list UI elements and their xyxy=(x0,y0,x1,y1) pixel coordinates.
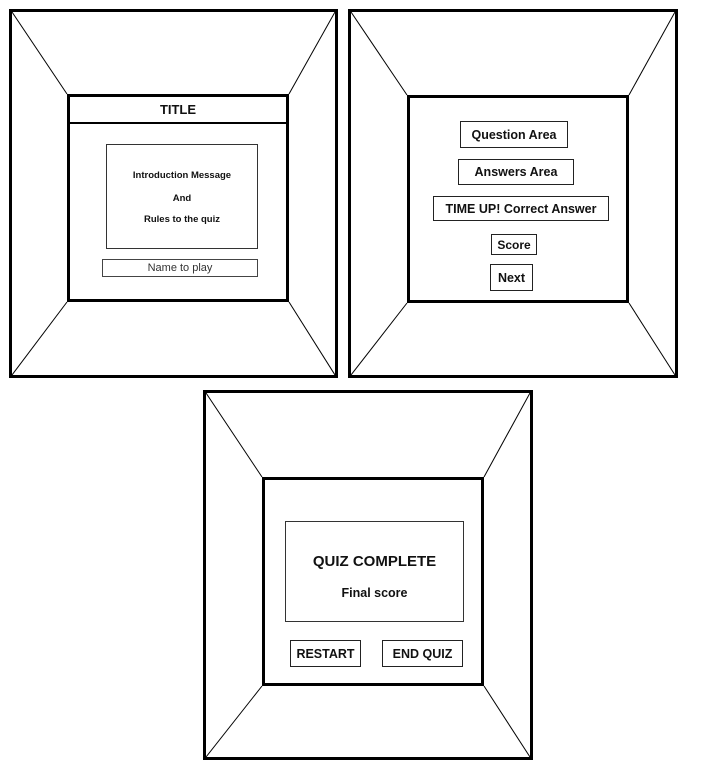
end-screen-frame: QUIZ COMPLETE Final score RESTART END QU… xyxy=(203,390,533,760)
end-screen-panel: QUIZ COMPLETE Final score RESTART END QU… xyxy=(262,477,484,686)
intro-message-text: Introduction Message xyxy=(132,170,232,181)
end-quiz-button[interactable]: END QUIZ xyxy=(382,640,463,667)
name-input[interactable]: Name to play xyxy=(102,259,258,277)
quiz-title: TITLE xyxy=(70,97,286,124)
final-score-text: Final score xyxy=(341,586,408,600)
final-result-box: QUIZ COMPLETE Final score xyxy=(285,521,464,622)
answers-area[interactable]: Answers Area xyxy=(458,159,574,185)
score-display: Score xyxy=(491,234,537,255)
intro-message-box: Introduction Message And Rules to the qu… xyxy=(106,144,258,249)
question-screen-panel: Question Area Answers Area TIME UP! Corr… xyxy=(407,95,629,303)
start-screen-frame: TITLE Introduction Message And Rules to … xyxy=(9,9,338,378)
restart-button[interactable]: RESTART xyxy=(290,640,361,667)
question-area: Question Area xyxy=(460,121,568,148)
quiz-complete-heading: QUIZ COMPLETE xyxy=(312,553,437,570)
start-screen-panel: TITLE Introduction Message And Rules to … xyxy=(67,94,289,302)
rules-text: Rules to the quiz xyxy=(144,214,220,225)
time-up-message: TIME UP! Correct Answer xyxy=(433,196,609,221)
question-screen-frame: Question Area Answers Area TIME UP! Corr… xyxy=(348,9,678,378)
intro-and-text: And xyxy=(172,193,192,204)
next-button[interactable]: Next xyxy=(490,264,533,291)
